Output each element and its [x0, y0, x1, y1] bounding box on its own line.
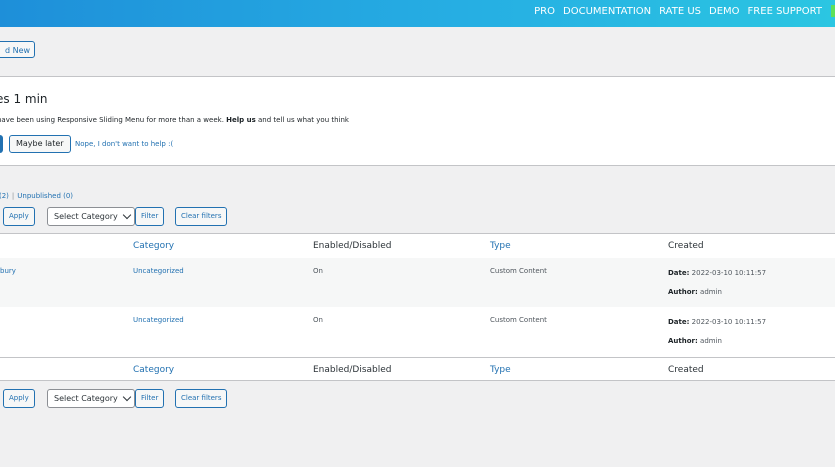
table-row: Uncategorized On Custom Content Date: 20…: [0, 307, 835, 357]
chevron-down-icon: [122, 392, 132, 402]
chevron-down-icon: [122, 210, 132, 220]
help-us-text: Help us: [226, 116, 256, 124]
column-enabled: Enabled/Disabled: [313, 241, 392, 251]
nav-documentation-link[interactable]: DOCUMENTATION: [563, 6, 651, 17]
separator: |: [11, 192, 15, 200]
column-category[interactable]: Category: [133, 365, 174, 375]
apply-button-top[interactable]: Apply: [3, 207, 35, 226]
column-type[interactable]: Type: [490, 241, 511, 251]
rate-now-button[interactable]: [0, 135, 3, 153]
column-created: Created: [668, 365, 704, 375]
row-type: Custom Content: [490, 316, 547, 324]
row-type: Custom Content: [490, 267, 547, 275]
nav-free-support-link[interactable]: FREE SUPPORT: [748, 6, 822, 17]
table-row: bury Uncategorized On Custom Content Dat…: [0, 258, 835, 308]
category-select-top[interactable]: Select Category: [47, 207, 135, 226]
row-status: On: [313, 267, 323, 275]
accent-edge: [831, 5, 835, 17]
row-category-link[interactable]: Uncategorized: [133, 316, 184, 324]
notice-text: have been using Responsive Sliding Menu …: [0, 116, 349, 124]
clear-filters-button-top[interactable]: Clear filters: [175, 207, 228, 226]
row-created: Date: 2022-03-10 10:11:57 Author: admin: [668, 269, 767, 296]
notice-title: es 1 min: [0, 92, 48, 106]
table-footer: Category Enabled/Disabled Type Created: [0, 357, 835, 382]
row-status: On: [313, 316, 323, 324]
nav-rate-us-link[interactable]: RATE US: [659, 6, 701, 17]
category-select-bottom[interactable]: Select Category: [47, 389, 135, 408]
add-new-button[interactable]: d New: [0, 41, 36, 58]
published-link[interactable]: (2): [0, 192, 9, 200]
nav-pro-link[interactable]: PRO: [534, 6, 555, 17]
filter-button-top[interactable]: Filter: [135, 207, 165, 226]
row-category-link[interactable]: Uncategorized: [133, 267, 184, 275]
nope-link[interactable]: Nope, I don't want to help :(: [75, 140, 173, 148]
column-created: Created: [668, 241, 704, 251]
filter-button-bottom[interactable]: Filter: [135, 389, 165, 408]
row-title-link[interactable]: bury: [0, 267, 16, 275]
column-category[interactable]: Category: [133, 241, 174, 251]
feedback-notice: es 1 min have been using Responsive Slid…: [0, 76, 835, 166]
nav-demo-link[interactable]: DEMO: [709, 6, 740, 17]
clear-filters-button-bottom[interactable]: Clear filters: [175, 389, 228, 408]
column-enabled: Enabled/Disabled: [313, 365, 392, 375]
unpublished-link[interactable]: Unpublished (0): [17, 192, 73, 200]
apply-button-bottom[interactable]: Apply: [3, 389, 35, 408]
status-filter-links: (2)|Unpublished (0): [0, 192, 73, 200]
row-created: Date: 2022-03-10 10:11:57 Author: admin: [668, 318, 767, 345]
top-banner: PRO DOCUMENTATION RATE US DEMO FREE SUPP…: [0, 0, 835, 27]
column-type[interactable]: Type: [490, 365, 511, 375]
maybe-later-button[interactable]: Maybe later: [9, 135, 71, 153]
menus-table: Category Enabled/Disabled Type Created b…: [0, 233, 835, 381]
table-header: Category Enabled/Disabled Type Created: [0, 234, 835, 259]
top-navigation: PRO DOCUMENTATION RATE US DEMO FREE SUPP…: [534, 0, 835, 22]
